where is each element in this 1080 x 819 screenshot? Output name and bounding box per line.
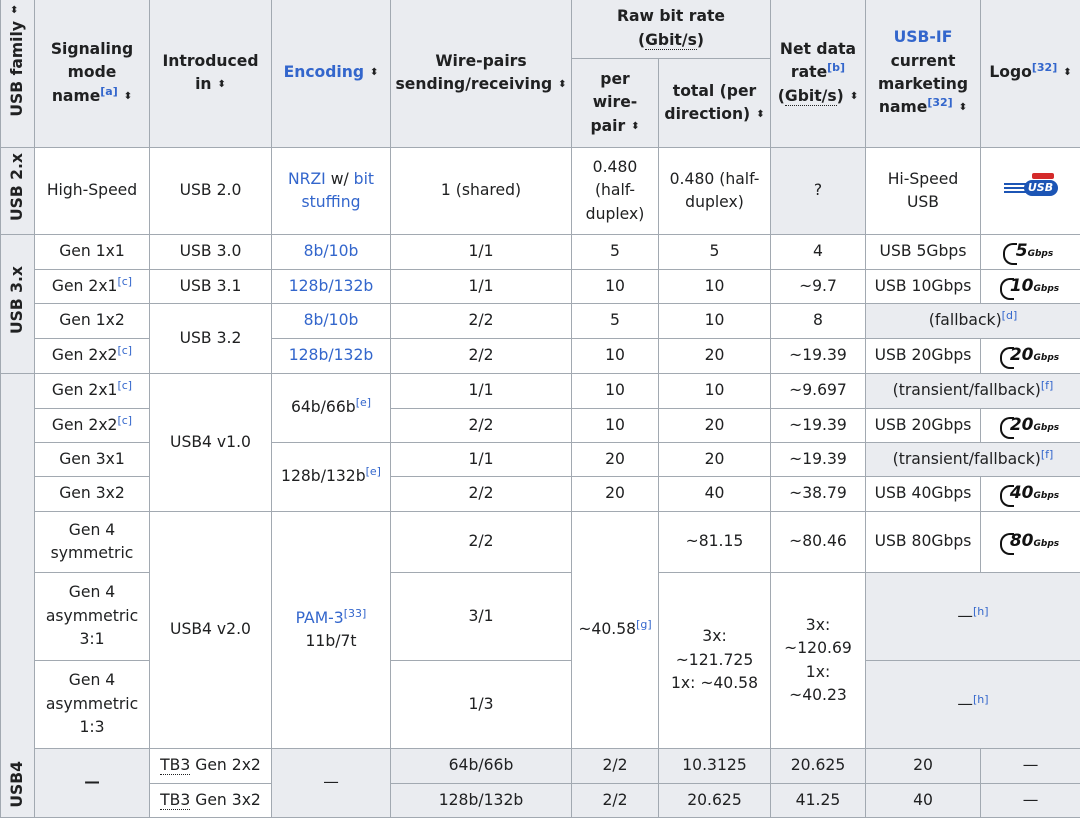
8b10b-link[interactable]: 8b/10b [304, 311, 359, 329]
sort-icon[interactable]: ⬍ [959, 102, 967, 113]
note-b[interactable]: [b] [827, 61, 845, 74]
header-signaling-mode[interactable]: Signaling mode name[a] ⬍ [34, 0, 150, 148]
sort-icon[interactable]: ⬍ [218, 79, 226, 90]
note-33[interactable]: [33] [344, 606, 367, 619]
header-net-data-rate[interactable]: Net data rate[b] (Gbit/s) ⬍ [770, 0, 866, 148]
note-e[interactable]: [e] [366, 465, 381, 478]
sort-icon[interactable]: ⬍ [756, 109, 764, 120]
tb3-abbr[interactable]: TB3 [160, 790, 191, 810]
nrzi-link[interactable]: NRZI [288, 170, 326, 188]
table-row: USB 2.x High-Speed USB 2.0 NRZI w/ bit s… [0, 147, 1080, 235]
note-g[interactable]: [g] [636, 618, 652, 631]
family-usb4: USB4 [0, 373, 35, 818]
gbits-abbr: Gbit/s [645, 30, 697, 50]
table-row: Gen 4 symmetric USB4 v2.0 PAM-3[33] 11b/7… [1, 511, 1080, 749]
128b132b-link[interactable]: 128b/132b [289, 277, 374, 295]
note-32[interactable]: [32] [1032, 61, 1057, 74]
table-row: Gen 2x1[c] USB 3.1 128b/132b 1/1 10 10 ~… [1, 269, 1080, 304]
encoding-link[interactable]: Encoding [284, 63, 364, 81]
table-row: Gen 1x2 USB 3.2 8b/10b 2/2 5 10 8 (fallb… [1, 303, 1080, 374]
note-c[interactable]: [c] [117, 275, 132, 288]
tb3-abbr[interactable]: TB3 [160, 756, 191, 776]
header-usbif-name[interactable]: USB-IF current marketing name[32] ⬍ [865, 0, 981, 148]
pam3-link[interactable]: PAM-3 [296, 609, 344, 627]
note-h[interactable]: [h] [973, 605, 989, 618]
note-f[interactable]: [f] [1041, 379, 1053, 392]
header-encoding[interactable]: Encoding ⬍ [271, 0, 391, 148]
header-logo[interactable]: Logo[32] ⬍ [980, 0, 1080, 148]
family-thunderbolt: — [34, 748, 150, 818]
header-introduced-in[interactable]: Introduced in ⬍ [149, 0, 272, 148]
table-row: USB4 Gen 2x1[c] USB4 v1.0 64b/66b[e] 1/1… [0, 373, 1080, 818]
sort-icon[interactable]: ⬍ [558, 79, 566, 90]
usb-comparison-table: ⬍ USB family Signaling mode name[a] ⬍ Int… [0, 0, 1080, 818]
usbif-link[interactable]: USB-IF [894, 28, 953, 46]
header-per-wire-pair[interactable]: per wire-pair ⬍ [571, 58, 659, 148]
sort-icon[interactable]: ⬍ [631, 121, 639, 132]
sort-icon[interactable]: ⬍ [850, 91, 858, 102]
sort-icon[interactable]: ⬍ [10, 3, 18, 18]
table-row: USB 3.x Gen 1x1 USB 3.0 8b/10b 1/1 5 5 4… [0, 234, 1080, 374]
header-usb-family[interactable]: ⬍ USB family [0, 0, 35, 148]
note-f[interactable]: [f] [1041, 448, 1053, 461]
note-a[interactable]: [a] [100, 85, 117, 98]
table-row: TB3 Gen 3x2 128b/132b 2/2 20.625 41.25 4… [1, 783, 1080, 818]
usb-40gbps-logo: 40 Gbps [980, 476, 1080, 512]
128b132b-link[interactable]: 128b/132b [289, 346, 374, 364]
table-row: — TB3 Gen 2x2 — 64b/66b 2/2 10.3125 20.6… [1, 748, 1080, 818]
note-c[interactable]: [c] [117, 379, 132, 392]
note-c[interactable]: [c] [117, 414, 132, 427]
sort-icon[interactable]: ⬍ [370, 67, 378, 78]
note-32[interactable]: [32] [927, 96, 952, 109]
note-e[interactable]: [e] [356, 396, 371, 409]
hi-speed-usb-logo: USB [980, 147, 1080, 235]
usb-10gbps-logo: 10 Gbps [980, 269, 1080, 304]
sort-icon[interactable]: ⬍ [124, 91, 132, 102]
usb-20gbps-logo: 20 Gbps [980, 338, 1080, 374]
header-wire-pairs[interactable]: Wire-pairs sending/receiving ⬍ [390, 0, 572, 148]
note-c[interactable]: [c] [117, 344, 132, 357]
usb-80gbps-logo: 80 Gbps [980, 511, 1080, 573]
header-total-per-direction[interactable]: total (per direction) ⬍ [658, 58, 771, 148]
family-usb3: USB 3.x [0, 234, 35, 374]
sort-icon[interactable]: ⬍ [1063, 67, 1071, 78]
header-usb-family-label: USB family [7, 21, 26, 118]
header-raw-bit-rate: Raw bit rate (Gbit/s) [571, 0, 771, 59]
usb-5gbps-logo: 5 Gbps [980, 234, 1080, 270]
note-h[interactable]: [h] [973, 693, 989, 706]
8b10b-link[interactable]: 8b/10b [304, 242, 359, 260]
usb-20gbps-logo: 20 Gbps [980, 408, 1080, 443]
family-usb2: USB 2.x [0, 147, 35, 235]
note-d[interactable]: [d] [1002, 309, 1018, 322]
